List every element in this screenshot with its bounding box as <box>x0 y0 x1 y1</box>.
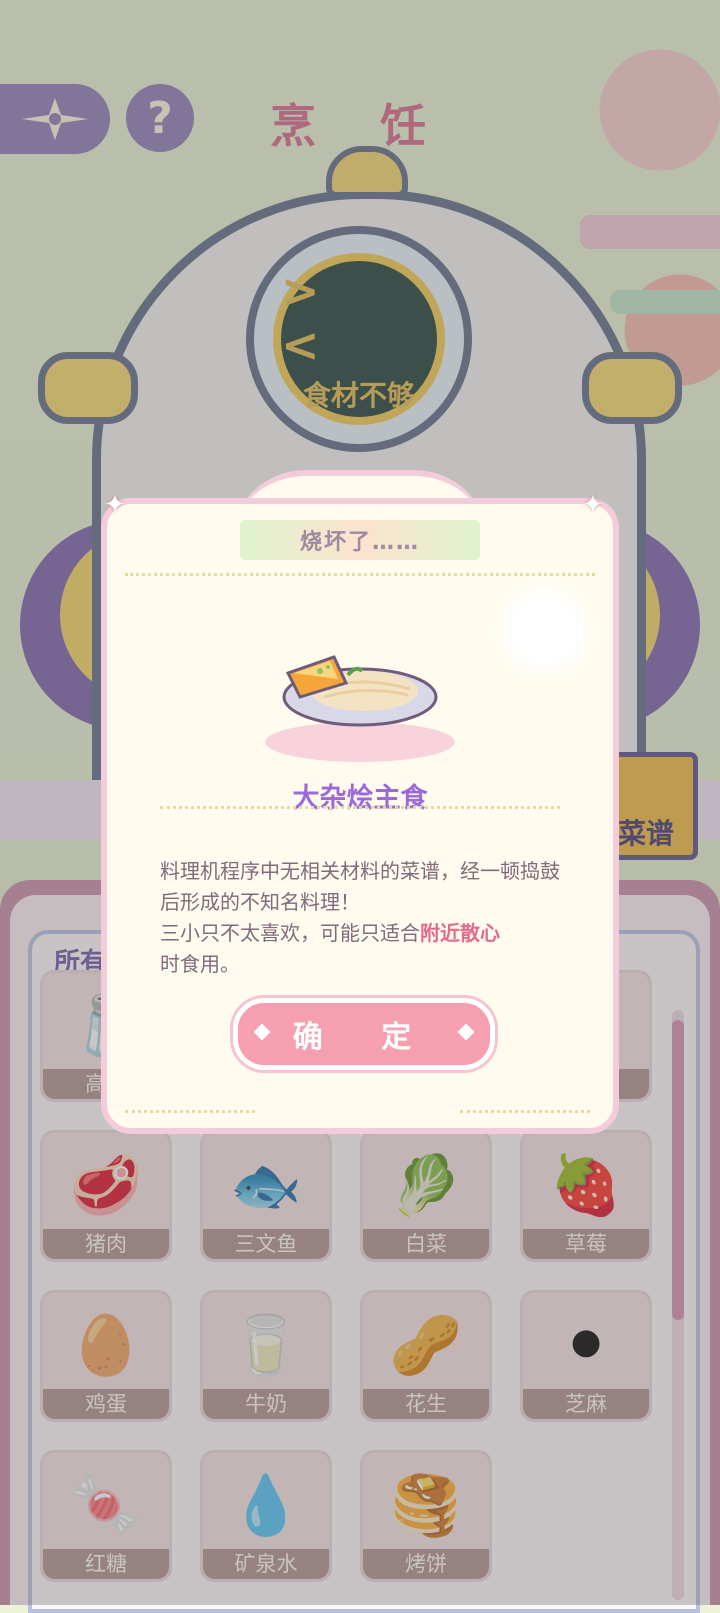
divider <box>125 1110 255 1113</box>
diamond-icon <box>457 1023 475 1041</box>
divider <box>125 573 595 576</box>
confirm-button[interactable]: 确 定 <box>233 998 495 1070</box>
confirm-label: 确 定 <box>292 1020 436 1055</box>
dialog-title-ribbon: 烧坏了…… <box>240 520 480 560</box>
description-text: 三小只不太喜欢，可能只适合 <box>160 921 420 945</box>
divider <box>160 806 560 809</box>
glow-effect <box>490 575 600 685</box>
sparkle-icon: ✦ <box>582 490 604 520</box>
description-text: 料理机程序中无相关材料的菜谱，经一顿捣鼓后形成的不知名料理！ <box>160 859 560 914</box>
dish-description: 料理机程序中无相关材料的菜谱，经一顿捣鼓后形成的不知名料理！ 三小只不太喜欢，可… <box>160 856 560 980</box>
sparkle-icon: ✦ <box>104 490 126 520</box>
description-highlight: 附近散心 <box>420 921 500 945</box>
dialog-title: 烧坏了…… <box>299 530 420 555</box>
dish-name: 大杂烩主食 <box>292 783 428 814</box>
diamond-icon <box>253 1023 271 1041</box>
description-text: 时食用。 <box>160 952 240 976</box>
dish-plate-icon <box>282 655 438 727</box>
divider <box>460 1110 590 1113</box>
